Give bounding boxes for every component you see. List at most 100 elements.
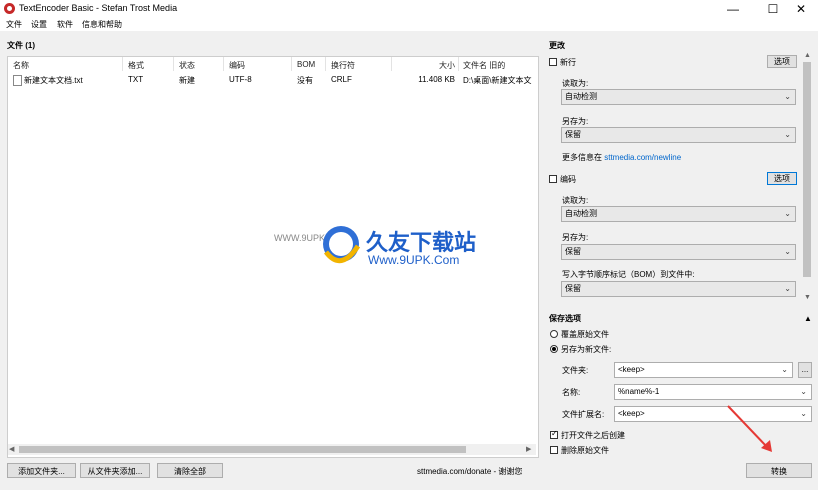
column-separator[interactable] bbox=[173, 57, 174, 71]
column-separator[interactable] bbox=[325, 57, 326, 71]
open-after-label[interactable]: 打开文件之后创建 bbox=[561, 430, 625, 441]
encoding-read-select[interactable]: 自动检测 ⌄ bbox=[561, 206, 796, 222]
column-separator[interactable] bbox=[223, 57, 224, 71]
newline-options-button[interactable]: 选项 bbox=[767, 55, 797, 68]
encoding-read-label: 读取为: bbox=[562, 196, 589, 205]
newline-read-value: 自动检测 bbox=[565, 92, 597, 101]
column-separator[interactable] bbox=[122, 57, 123, 71]
scrollbar-thumb[interactable] bbox=[803, 62, 811, 277]
save-new-radio[interactable] bbox=[550, 345, 558, 353]
scroll-up-icon[interactable]: ▲ bbox=[804, 52, 811, 59]
scrollbar-thumb[interactable] bbox=[19, 446, 466, 453]
clear-all-button[interactable]: 清除全部 bbox=[157, 463, 223, 478]
extension-label: 文件扩展名: bbox=[562, 410, 605, 419]
newline-save-value: 保留 bbox=[565, 130, 581, 139]
chevron-down-icon: ⌄ bbox=[784, 92, 791, 101]
files-header: 文件 (1) bbox=[7, 41, 35, 50]
close-button[interactable]: ✕ bbox=[784, 0, 818, 18]
folder-value: <keep> bbox=[618, 365, 645, 374]
chevron-down-icon: ⌄ bbox=[784, 209, 791, 218]
name-value: %name%-1 bbox=[618, 387, 660, 396]
delete-original-checkbox[interactable] bbox=[550, 446, 558, 454]
newline-label[interactable]: 新行 bbox=[560, 57, 576, 68]
folder-input[interactable]: <keep> ⌄ bbox=[614, 362, 793, 378]
newline-save-select[interactable]: 保留 ⌄ bbox=[561, 127, 796, 143]
save-new-label[interactable]: 另存为新文件: bbox=[561, 344, 611, 355]
scroll-left-icon[interactable]: ◀ bbox=[9, 445, 14, 453]
folder-label: 文件夹: bbox=[562, 366, 589, 375]
browse-folder-button[interactable]: ... bbox=[798, 362, 812, 378]
encoding-save-select[interactable]: 保留 ⌄ bbox=[561, 244, 796, 260]
col-size[interactable]: 大小 bbox=[397, 60, 455, 71]
bom-value: 保留 bbox=[565, 284, 581, 293]
col-format[interactable]: 格式 bbox=[128, 60, 144, 71]
overwrite-label[interactable]: 覆盖原始文件 bbox=[561, 329, 609, 340]
newline-info-link[interactable]: sttmedia.com/newline bbox=[604, 153, 681, 162]
app-logo-icon bbox=[4, 3, 15, 14]
overwrite-radio[interactable] bbox=[550, 330, 558, 338]
encoding-save-value: 保留 bbox=[565, 247, 581, 256]
col-bom[interactable]: BOM bbox=[297, 60, 315, 69]
file-encoding: UTF-8 bbox=[229, 75, 252, 84]
open-after-checkbox[interactable] bbox=[550, 429, 558, 439]
convert-button[interactable]: 转换 bbox=[746, 463, 812, 478]
file-status: 新建 bbox=[179, 76, 195, 85]
chevron-down-icon: ⌄ bbox=[781, 365, 788, 374]
add-from-folder-button[interactable]: 从文件夹添加... bbox=[80, 463, 150, 478]
newline-checkbox[interactable] bbox=[549, 58, 557, 66]
newline-read-select[interactable]: 自动检测 ⌄ bbox=[561, 89, 796, 105]
newline-save-label: 另存为: bbox=[562, 117, 589, 126]
chevron-down-icon: ⌄ bbox=[784, 284, 791, 293]
name-label: 名称: bbox=[562, 388, 581, 397]
minimize-button[interactable]: — bbox=[716, 0, 750, 18]
horizontal-scrollbar[interactable]: ◀ ▶ bbox=[8, 444, 536, 455]
bom-select[interactable]: 保留 ⌄ bbox=[561, 281, 796, 297]
file-newline: CRLF bbox=[331, 75, 352, 84]
col-newline[interactable]: 换行符 bbox=[331, 60, 355, 71]
encoding-label[interactable]: 编码 bbox=[560, 174, 576, 185]
donate-link[interactable]: sttmedia.com/donate - 谢谢您 bbox=[417, 466, 522, 477]
column-separator[interactable] bbox=[458, 57, 459, 71]
chevron-down-icon: ⌄ bbox=[784, 247, 791, 256]
newline-more-info: 更多信息在 sttmedia.com/newline bbox=[562, 152, 681, 163]
delete-original-label[interactable]: 删除原始文件 bbox=[561, 445, 609, 456]
scroll-right-icon[interactable]: ▶ bbox=[526, 445, 531, 453]
file-size: 11.408 KB bbox=[418, 75, 455, 84]
menu-help[interactable]: 信息和帮助 bbox=[82, 19, 122, 30]
changes-panel: 新行 选项 读取为: 自动检测 ⌄ 另存为: 保留 ⌄ 更多信息在 sttmed… bbox=[545, 52, 801, 304]
chevron-down-icon: ⌄ bbox=[784, 130, 791, 139]
chevron-down-icon: ⌄ bbox=[800, 409, 807, 418]
annotation-arrow-icon bbox=[727, 405, 772, 452]
col-name[interactable]: 名称 bbox=[13, 60, 29, 71]
encoding-read-value: 自动检测 bbox=[565, 209, 597, 218]
file-format: TXT bbox=[128, 75, 144, 84]
col-encoding[interactable]: 编码 bbox=[229, 60, 245, 71]
col-status[interactable]: 状态 bbox=[179, 60, 195, 71]
column-separator[interactable] bbox=[291, 57, 292, 71]
changes-header: 更改 bbox=[549, 41, 565, 50]
column-separator[interactable] bbox=[391, 57, 392, 71]
menu-software[interactable]: 软件 bbox=[57, 19, 73, 30]
encoding-options-button[interactable]: 选项 bbox=[767, 172, 797, 185]
chevron-down-icon: ⌄ bbox=[800, 387, 807, 396]
collapse-icon[interactable]: ▲ bbox=[804, 314, 812, 323]
add-files-button[interactable]: 添加文件夹... bbox=[7, 463, 76, 478]
extension-input[interactable]: <keep> ⌄ bbox=[614, 406, 812, 422]
file-oldname: D:\桌面\新建文本文 bbox=[463, 76, 532, 85]
col-oldname[interactable]: 文件名 旧的 bbox=[463, 60, 505, 71]
encoding-checkbox[interactable] bbox=[549, 175, 557, 183]
menu-settings[interactable]: 设置 bbox=[31, 19, 47, 30]
menu-file[interactable]: 文件 bbox=[6, 19, 22, 30]
file-name[interactable]: 新建文本文档.txt bbox=[24, 75, 83, 86]
menu-bar: 文件 设置 软件 信息和帮助 bbox=[0, 18, 818, 31]
encoding-save-label: 另存为: bbox=[562, 233, 589, 242]
bom-label: 写入字节顺序标记（BOM）到文件中: bbox=[562, 270, 695, 279]
scroll-down-icon[interactable]: ▼ bbox=[804, 294, 811, 301]
newline-read-label: 读取为: bbox=[562, 79, 589, 88]
title-bar: TextEncoder Basic - Stefan Trost Media —… bbox=[0, 0, 818, 18]
watermark-url: Www.9UPK.Com bbox=[368, 253, 460, 267]
window-title: TextEncoder Basic - Stefan Trost Media bbox=[19, 3, 178, 13]
extension-value: <keep> bbox=[618, 409, 645, 418]
save-options-header: 保存选项 bbox=[549, 314, 581, 323]
name-input[interactable]: %name%-1 ⌄ bbox=[614, 384, 812, 400]
